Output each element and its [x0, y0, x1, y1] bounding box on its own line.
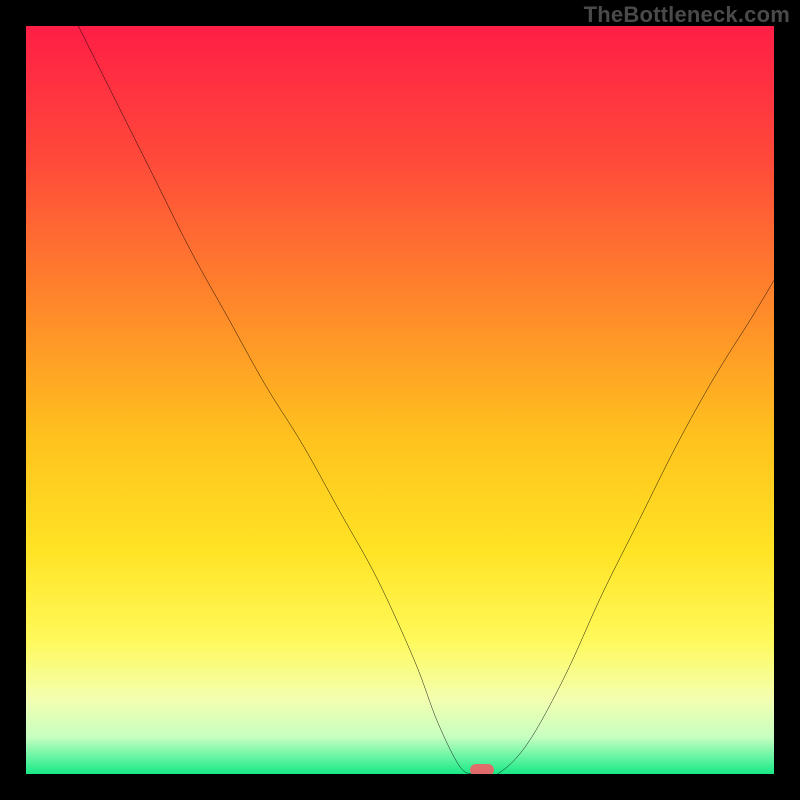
bottleneck-curve — [26, 26, 774, 774]
plot-area — [26, 26, 774, 774]
optimal-marker — [470, 764, 494, 774]
watermark-text: TheBottleneck.com — [584, 2, 790, 28]
chart-frame: TheBottleneck.com — [0, 0, 800, 800]
